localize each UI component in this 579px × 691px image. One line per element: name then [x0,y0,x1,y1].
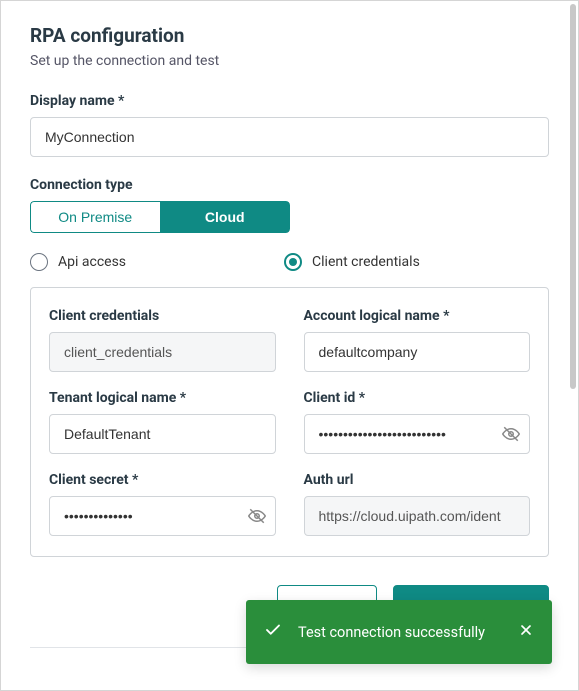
toast-message: Test connection successfully [298,624,502,641]
client-credentials-label: Client credentials [49,308,276,324]
check-icon [264,621,282,643]
display-name-input[interactable] [30,117,549,157]
client-credentials-input [49,332,276,372]
auth-url-label: Auth url [304,472,531,488]
auth-url-input [304,496,531,536]
account-logical-name-input[interactable] [304,332,531,372]
client-secret-label: Client secret * [49,472,276,488]
connection-type-label: Connection type [30,177,549,193]
page-subtitle: Set up the connection and test [30,53,549,69]
display-name-label: Display name * [30,93,549,109]
credentials-panel: Client credentials Account logical name … [30,287,549,557]
client-secret-input[interactable] [49,496,276,536]
tenant-logical-name-label: Tenant logical name * [49,390,276,406]
radio-client-credentials-label: Client credentials [312,254,420,270]
tenant-logical-name-input[interactable] [49,414,276,454]
page-title: RPA configuration [30,24,549,47]
connection-type-toggle: On Premise Cloud [30,201,290,233]
radio-api-access[interactable]: Api access [30,253,126,271]
radio-api-access-label: Api access [58,254,126,270]
connection-type-cloud[interactable]: Cloud [160,201,291,233]
connection-type-onpremise[interactable]: On Premise [30,201,160,233]
close-icon[interactable] [518,622,534,642]
client-id-input[interactable] [304,414,531,454]
radio-icon [30,253,48,271]
success-toast: Test connection successfully [246,600,552,664]
account-logical-name-label: Account logical name * [304,308,531,324]
radio-client-credentials[interactable]: Client credentials [284,253,420,271]
eye-off-icon[interactable] [502,425,520,443]
client-id-label: Client id * [304,390,531,406]
eye-off-icon[interactable] [248,507,266,525]
scrollbar-thumb[interactable] [570,4,576,389]
radio-icon [284,253,302,271]
